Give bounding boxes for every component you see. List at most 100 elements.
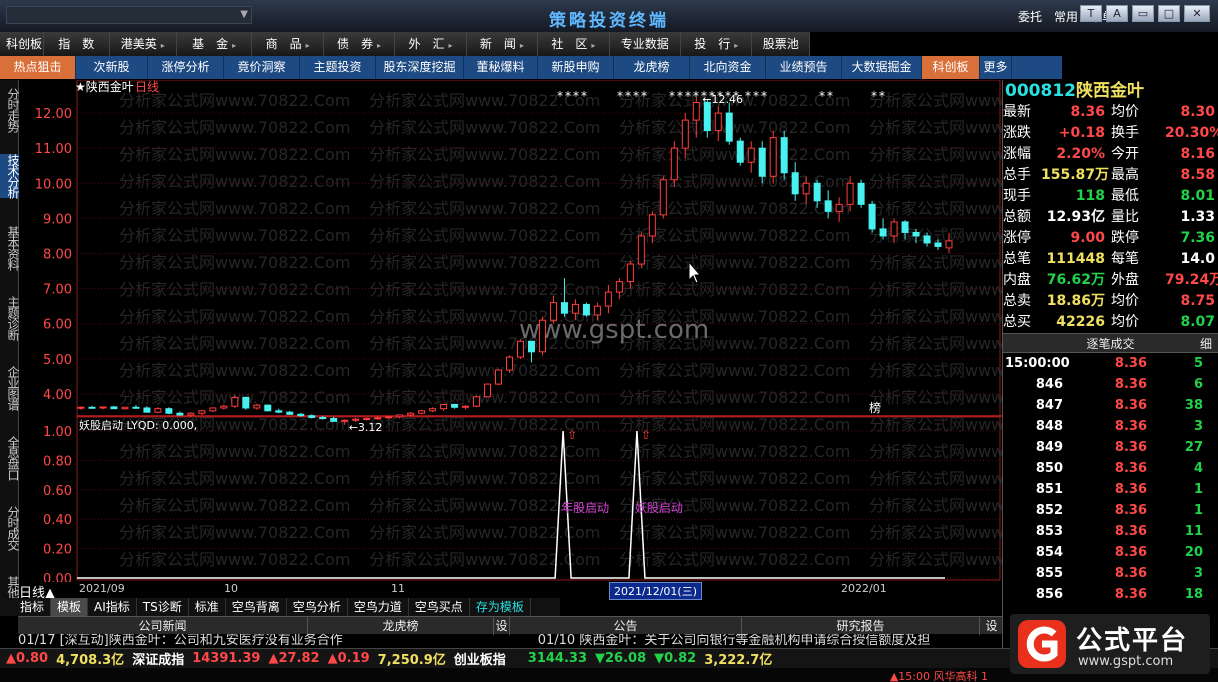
- trade-time: 848: [1035, 419, 1063, 434]
- candle-body: [560, 302, 568, 314]
- template-tab[interactable]: 空鸟背离: [226, 598, 287, 616]
- feature-tab[interactable]: 大数据掘金: [842, 56, 922, 79]
- t-icon[interactable]: T: [1080, 5, 1102, 22]
- nav-item[interactable]: 新 闻 ▸: [466, 32, 539, 56]
- nav-item[interactable]: 债 券 ▸: [323, 32, 396, 56]
- feature-tab[interactable]: 龙虎榜: [614, 56, 690, 79]
- feature-tab[interactable]: 更多: [980, 56, 1012, 79]
- tab-announcement[interactable]: 公告: [510, 617, 742, 635]
- trades-header: 逐笔成交 细: [1003, 333, 1218, 353]
- feature-tab[interactable]: 热点狙击: [0, 56, 76, 79]
- vertical-tab[interactable]: 全息盘口: [0, 436, 20, 480]
- watermark: 分析家公式网www.70822.Com: [619, 118, 850, 137]
- a-icon[interactable]: A: [1106, 5, 1128, 22]
- tab-company-news[interactable]: 公司新闻: [18, 617, 308, 635]
- template-tab[interactable]: 模板: [51, 598, 89, 616]
- tab-research[interactable]: 研究报告: [742, 617, 980, 635]
- trade-price: 8.36: [1114, 377, 1147, 392]
- quote-value: 8.75: [1180, 293, 1215, 309]
- watermark: 分析家公式网www.70822.Com: [619, 469, 850, 488]
- minimize-icon[interactable]: ▭: [1132, 5, 1154, 22]
- watermark: 分析家公式网www.70822.Com: [619, 523, 850, 542]
- template-tab[interactable]: 空鸟买点: [409, 598, 470, 616]
- candle-body: [714, 112, 722, 132]
- vertical-tab[interactable]: 技术分析: [0, 154, 20, 198]
- vertical-tab[interactable]: 基本资料: [0, 226, 20, 270]
- nav-item[interactable]: 商 品 ▸: [252, 32, 324, 56]
- nav-item-label: 专业数据: [620, 37, 669, 51]
- template-tab[interactable]: 指标: [0, 598, 52, 616]
- candle-body: [429, 408, 437, 412]
- kline-chart[interactable]: 分析家公式网www.70822.Com 分析家公式网www.70822.Com 分析…: [19, 79, 1101, 587]
- sub-y-tick-label: 0.60: [43, 484, 72, 499]
- nav-item[interactable]: 港美英 ▸: [109, 32, 177, 56]
- feature-tab[interactable]: 次新股: [76, 56, 148, 79]
- menu-entrust[interactable]: 委托: [1018, 8, 1042, 25]
- watermark: 分析家公式网www.70822.Com: [369, 550, 600, 569]
- trades-detail-tab[interactable]: 细: [1200, 334, 1212, 354]
- candle-body: [363, 418, 371, 421]
- nav-item[interactable]: 外 汇 ▸: [395, 32, 467, 56]
- candle-body: [154, 408, 162, 413]
- chevron-right-icon: ▸: [377, 41, 382, 50]
- feature-tab[interactable]: 竟价洞察: [224, 56, 300, 79]
- cursor-date: 2021/12/01(三): [609, 582, 702, 600]
- template-tab[interactable]: 空鸟分析: [287, 598, 348, 616]
- nav-item-label: 外 汇: [408, 37, 445, 51]
- alert-text[interactable]: ▲15:00 风华高科 1: [890, 668, 988, 682]
- watermark: 分析家公式网www.70822.Com: [369, 199, 600, 218]
- chevron-right-icon: ▸: [734, 41, 739, 50]
- candle-body: [506, 356, 514, 371]
- vertical-tab[interactable]: 企业图谱: [0, 366, 20, 410]
- quote-value: 76.62万: [1046, 272, 1105, 288]
- close-icon[interactable]: ✕: [1184, 5, 1210, 22]
- nav-item[interactable]: 科创板: [0, 32, 44, 56]
- vertical-tab[interactable]: 分时走势: [0, 88, 20, 132]
- template-tab[interactable]: 标准: [189, 598, 226, 616]
- feature-tab[interactable]: 董秘爆料: [464, 56, 538, 79]
- watermark: 分析家公式网www.70822.Com: [869, 334, 1002, 353]
- trades-title: 逐笔成交: [1086, 337, 1135, 351]
- chart-svg[interactable]: 分析家公式网www.70822.Com 分析家公式网www.70822.Com 分析…: [19, 79, 1101, 587]
- settings-button[interactable]: 设: [980, 617, 1004, 635]
- feature-tab[interactable]: 股东深度挖掘: [376, 56, 464, 79]
- quote-row: 总卖 18.86万 均价 8.75: [1003, 291, 1218, 312]
- menu-common[interactable]: 常用: [1054, 8, 1078, 25]
- settings-button[interactable]: 设: [494, 617, 510, 635]
- template-tab[interactable]: 空鸟力道: [348, 598, 409, 616]
- watermark: 分析家公式网www.70822.Com: [869, 523, 1002, 542]
- quote-value: +0.18: [1058, 125, 1105, 141]
- nav-item[interactable]: 社 区 ▸: [538, 32, 610, 56]
- quote-label: 总手: [1003, 167, 1031, 183]
- feature-tab[interactable]: 业绩预告: [766, 56, 842, 79]
- nav-item[interactable]: 专业数据: [609, 32, 681, 56]
- maximize-icon[interactable]: □: [1158, 5, 1180, 22]
- status-value: 4,708.3亿: [56, 653, 125, 668]
- watermark: 分析家公式网www.70822.Com: [119, 172, 350, 191]
- news-row[interactable]: 01/17 [深互动]陕西金叶：公司和九安医疗没有业务合作 01/10 陕西金叶…: [18, 634, 1004, 648]
- index-name[interactable]: 创业板指: [454, 649, 506, 668]
- candle-body: [209, 407, 217, 412]
- nav-item[interactable]: 股票池: [752, 32, 811, 56]
- feature-tab[interactable]: 新股申购: [538, 56, 614, 79]
- quote-row: 总买 42226 均价 8.07: [1003, 312, 1218, 333]
- feature-tab[interactable]: 科创板: [922, 56, 980, 79]
- nav-item[interactable]: 指 数: [44, 32, 110, 56]
- nav-item[interactable]: 基 金 ▸: [176, 32, 253, 56]
- template-tab[interactable]: 存为模板: [470, 598, 531, 616]
- vertical-tab[interactable]: 主题诊断: [0, 296, 20, 340]
- index-name[interactable]: 深证成指: [132, 649, 184, 668]
- feature-tab[interactable]: 主题投资: [300, 56, 376, 79]
- quote-panel: 000812陕西金叶 最新 8.36 均价 8.30 涨跌 +0.18 换手 20.30% 涨幅…: [1002, 80, 1218, 648]
- quote-value: 118: [1075, 188, 1105, 204]
- feature-tab[interactable]: 涨停分析: [148, 56, 224, 79]
- template-tab[interactable]: AI指标: [88, 598, 137, 616]
- star-marker: *: [733, 89, 739, 103]
- template-tab[interactable]: TS诊断: [137, 598, 189, 616]
- trades-list[interactable]: 15:00:00 8.36 5 846 8.36 6 847 8.36 38 848 8.36 3 84…: [1003, 353, 1218, 605]
- vertical-tab[interactable]: 分时成交: [0, 506, 20, 550]
- feature-tab[interactable]: 北向资金: [690, 56, 766, 79]
- vertical-tab[interactable]: 其他: [0, 576, 20, 598]
- nav-item[interactable]: 投 行 ▸: [681, 32, 753, 56]
- tab-dragon-tiger[interactable]: 龙虎榜: [308, 617, 494, 635]
